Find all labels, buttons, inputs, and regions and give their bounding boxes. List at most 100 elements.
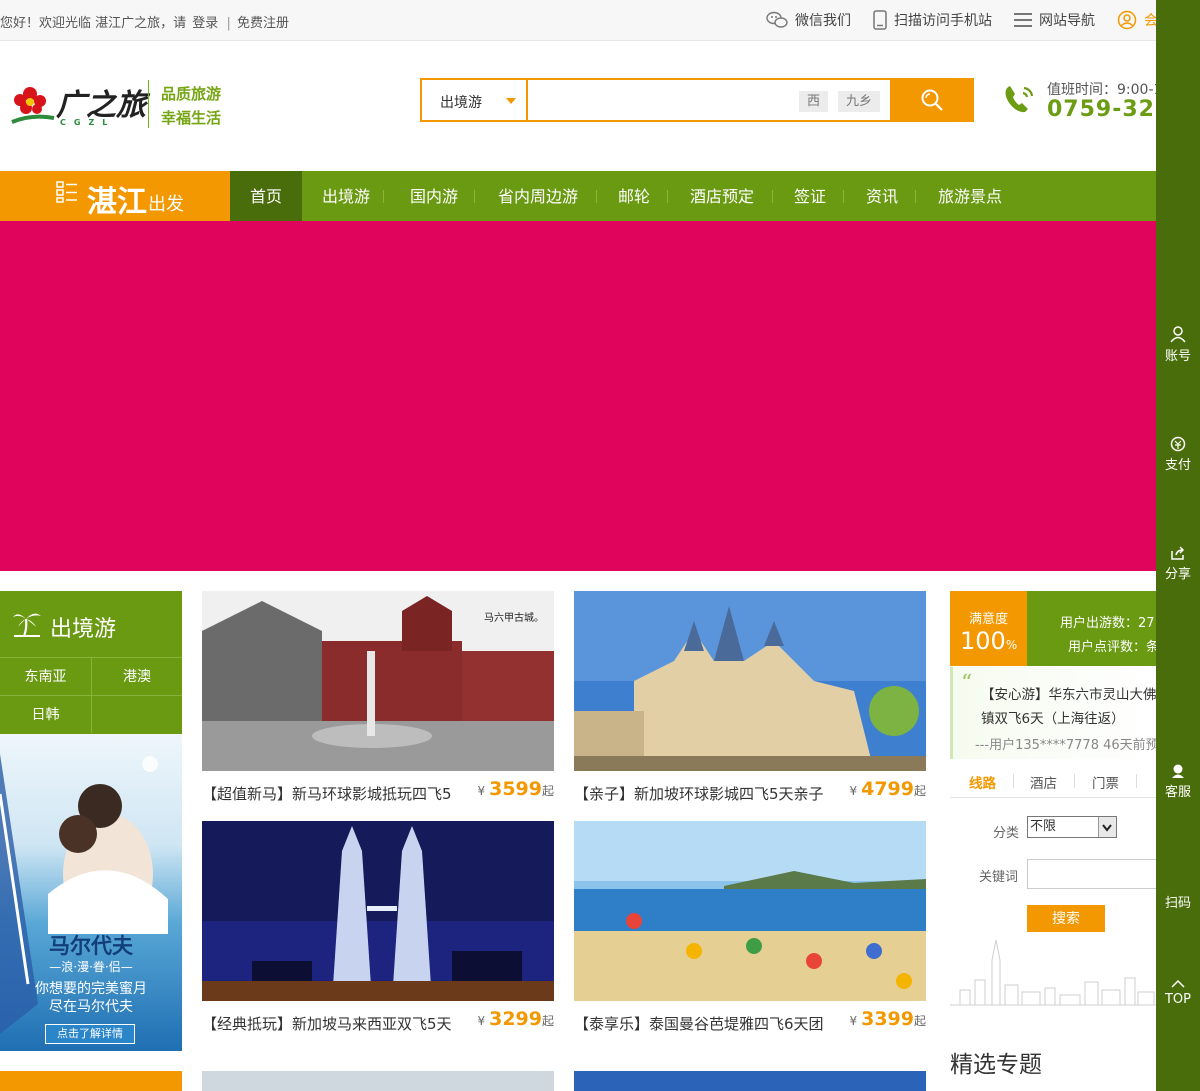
sidebar-pay[interactable]: 支付: [1156, 436, 1200, 473]
nav-domestic[interactable]: 国内游: [400, 171, 468, 221]
price-value: 3599: [489, 778, 542, 800]
sidebar-pay-label: 支付: [1164, 458, 1191, 473]
list-icon: [56, 181, 77, 203]
price-suffix: 起: [913, 784, 926, 798]
image-caption: 马六甲古城。: [484, 613, 544, 624]
product-title[interactable]: 【亲子】新加坡环球影城四飞5天亲子: [574, 783, 844, 804]
nav-outbound[interactable]: 出境游: [312, 171, 380, 221]
category-link-japan-korea[interactable]: 日韩: [0, 695, 91, 733]
product-price: ¥3399起: [849, 1008, 926, 1030]
user-circle-icon: [1117, 10, 1137, 30]
keyword-input[interactable]: [1027, 859, 1167, 889]
search-icon: [921, 89, 943, 111]
product-card[interactable]: 【泰享乐】泰国曼谷芭堤雅四飞6天团 ¥3399起: [574, 821, 926, 1033]
wechat-icon: [766, 11, 788, 28]
hero-banner[interactable]: [0, 221, 1156, 571]
review-line: 【安心游】华东六市灵山大佛西: [981, 687, 1170, 703]
payment-icon: [1170, 436, 1186, 452]
user-icon: [1170, 326, 1186, 343]
sidebar-qrcode-label: 扫码: [1164, 896, 1191, 911]
search-bar: 出境游 西 九乡: [420, 78, 974, 122]
nav-separator: [772, 190, 773, 203]
search-type-dropdown[interactable]: 出境游: [422, 80, 528, 120]
tab-tickets[interactable]: 门票: [1092, 772, 1119, 792]
category-link-hk-macau[interactable]: 港澳: [91, 657, 182, 695]
featured-topics-title: 精选专题: [950, 1052, 1042, 1078]
sidebar-account[interactable]: 账号: [1156, 326, 1200, 364]
tab-routes[interactable]: 线路: [969, 772, 996, 792]
nav-separator: [596, 190, 597, 203]
ad-line2: 尽在马尔代夫: [49, 999, 133, 1015]
hotword-tag[interactable]: 九乡: [838, 91, 881, 112]
departure-city-selector[interactable]: 湛江 出发: [0, 171, 230, 221]
price-value: 3299: [489, 1008, 542, 1030]
currency-symbol: ¥: [849, 784, 858, 798]
ad-details-button[interactable]: 点击了解详情: [45, 1024, 135, 1044]
product-card[interactable]: 【经典抵玩】新加坡马来西亚双飞5天 ¥3299起: [202, 821, 554, 1033]
nav-visa[interactable]: 签证: [786, 171, 834, 221]
nav-home[interactable]: 首页: [230, 171, 302, 221]
product-title[interactable]: 【泰享乐】泰国曼谷芭堤雅四飞6天团: [574, 1013, 844, 1034]
mobile-site-link[interactable]: 扫描访问手机站: [873, 10, 992, 30]
member-link[interactable]: 会: [1117, 10, 1158, 30]
review-user: ---用户135****7778 46天前预: [975, 738, 1159, 753]
nav-cruise[interactable]: 邮轮: [610, 171, 658, 221]
category-select[interactable]: 不限: [1027, 816, 1117, 838]
tab-hotels[interactable]: 酒店: [1030, 772, 1057, 792]
satisfaction-value: 100%: [960, 627, 1017, 655]
tab-separator: [1013, 774, 1014, 788]
nav-news[interactable]: 资讯: [858, 171, 906, 221]
sidebar-qrcode[interactable]: 扫码: [1156, 892, 1200, 911]
product-title[interactable]: 【超值新马】新马环球影城抵玩四飞5: [202, 783, 472, 804]
maldives-ad-banner[interactable]: 马尔代夫 —浪·漫·眷·侣— 你想要的完美蜜月 尽在马尔代夫 点击了解详情: [0, 734, 182, 1051]
product-image-partial: [574, 1071, 926, 1091]
login-link[interactable]: 登录: [192, 16, 218, 31]
search-input[interactable]: [530, 80, 890, 120]
tab-separator: [1074, 774, 1075, 788]
category-link-southeast-asia[interactable]: 东南亚: [0, 657, 91, 695]
sidebar-service[interactable]: 客服: [1156, 763, 1200, 800]
next-category-header: [0, 1071, 182, 1091]
petronas-towers-photo: [202, 821, 554, 1001]
separator: |: [226, 16, 231, 31]
price-suffix: 起: [541, 1014, 554, 1028]
sidebar-share[interactable]: 分享: [1156, 545, 1200, 582]
sidebar-back-to-top[interactable]: TOP: [1156, 978, 1200, 1007]
sidebar-account-label: 账号: [1164, 349, 1191, 364]
satisfaction-rate: 满意度 100%: [950, 591, 1027, 666]
hotword-tag[interactable]: 西: [799, 91, 829, 112]
satisfaction-label: 满意度: [968, 612, 1008, 627]
search-button[interactable]: [890, 78, 974, 122]
panel-search-button[interactable]: 搜索: [1027, 905, 1105, 932]
product-image-beach: [574, 821, 926, 1001]
nav-province-nearby[interactable]: 省内周边游: [490, 171, 586, 221]
register-link[interactable]: 免费注册: [237, 16, 289, 31]
nav-attractions[interactable]: 旅游景点: [930, 171, 1010, 221]
product-card[interactable]: 马六甲古城。 【超值新马】新马环球影城抵玩四飞5 ¥3599起: [202, 591, 554, 803]
search-type-value: 出境游: [440, 95, 482, 111]
product-title[interactable]: 【经典抵玩】新加坡马来西亚双飞5天: [202, 1013, 472, 1034]
sidebar-service-label: 客服: [1164, 785, 1191, 800]
sidebar-top-label: TOP: [1164, 992, 1191, 1007]
nav-hotel-booking[interactable]: 酒店预定: [682, 171, 762, 221]
product-image-malacca: 马六甲古城。: [202, 591, 554, 771]
currency-symbol: ¥: [477, 784, 486, 798]
currency-symbol: ¥: [849, 1014, 858, 1028]
pattaya-beach-photo: [574, 821, 926, 1001]
chevron-up-icon: [1171, 979, 1185, 988]
quote-icon: “: [961, 671, 973, 696]
wechat-link[interactable]: 微信我们: [766, 10, 851, 30]
price-value: 4799: [861, 778, 914, 800]
nav-separator: [474, 190, 475, 203]
ad-tagline: —浪·漫·眷·侣—: [49, 960, 133, 974]
welcome-message: 您好！欢迎光临 湛江广之旅，请: [0, 16, 187, 31]
departure-city: 湛江: [87, 185, 147, 220]
review-text: 【安心游】华东六市灵山大佛西 镇双飞6天（上海往返）: [981, 683, 1171, 731]
latest-review[interactable]: “ 【安心游】华东六市灵山大佛西 镇双飞6天（上海往返） ---用户135***…: [950, 667, 1170, 759]
chevron-down-icon: [1102, 824, 1112, 832]
logo-divider: [148, 80, 149, 128]
product-price: ¥3299起: [477, 1008, 554, 1030]
site-nav-link[interactable]: 网站导航: [1014, 10, 1095, 30]
product-card[interactable]: 【亲子】新加坡环球影城四飞5天亲子 ¥4799起: [574, 591, 926, 803]
site-nav-label: 网站导航: [1039, 13, 1095, 29]
